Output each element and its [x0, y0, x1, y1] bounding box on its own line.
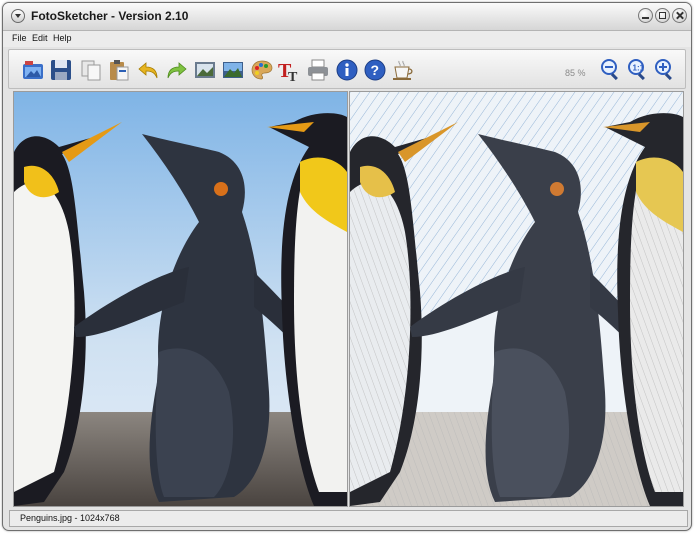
- title-bar: FotoSketcher - Version 2.10: [3, 3, 691, 31]
- svg-text:?: ?: [371, 62, 380, 78]
- minimize-button[interactable]: [638, 8, 653, 23]
- batch-icon[interactable]: [193, 58, 217, 82]
- save-icon[interactable]: [49, 58, 73, 82]
- window-title: FotoSketcher - Version 2.10: [31, 9, 189, 23]
- status-text: Penguins.jpg - 1024x768: [20, 513, 120, 523]
- palette-icon[interactable]: [250, 58, 274, 82]
- status-bar: Penguins.jpg - 1024x768: [9, 510, 688, 527]
- landscape-icon[interactable]: [221, 58, 245, 82]
- menu-help[interactable]: Help: [53, 33, 72, 43]
- close-button[interactable]: [672, 8, 687, 23]
- text-icon[interactable]: T T: [277, 58, 301, 82]
- app-window: FotoSketcher - Version 2.10 File Edit He…: [2, 2, 692, 531]
- info-icon[interactable]: [335, 58, 359, 82]
- menu-edit[interactable]: Edit: [32, 33, 48, 43]
- zoom-actual-icon[interactable]: 1:1: [626, 58, 650, 82]
- original-image-pane[interactable]: [13, 91, 348, 507]
- zoom-in-icon[interactable]: [653, 58, 677, 82]
- svg-text:1:1: 1:1: [633, 64, 645, 73]
- svg-text:T: T: [288, 70, 298, 82]
- redo-icon[interactable]: [164, 58, 188, 82]
- zoom-out-icon[interactable]: [599, 58, 623, 82]
- menu-bar: File Edit Help: [3, 31, 691, 47]
- coffee-icon[interactable]: [391, 58, 415, 82]
- window-menu-icon[interactable]: [11, 9, 25, 23]
- open-icon[interactable]: [21, 58, 45, 82]
- paste-icon[interactable]: [107, 58, 131, 82]
- toolbar: T T ? 85 % 1:1: [8, 49, 686, 89]
- zoom-level: 85 %: [565, 68, 586, 78]
- help-icon[interactable]: ?: [363, 58, 387, 82]
- copy-icon[interactable]: [79, 58, 103, 82]
- print-icon[interactable]: [306, 58, 330, 82]
- sketch-photo: [350, 92, 683, 506]
- menu-file[interactable]: File: [12, 33, 27, 43]
- undo-icon[interactable]: [137, 58, 161, 82]
- original-photo: [14, 92, 347, 506]
- maximize-button[interactable]: [655, 8, 670, 23]
- sketch-image-pane[interactable]: [349, 91, 684, 507]
